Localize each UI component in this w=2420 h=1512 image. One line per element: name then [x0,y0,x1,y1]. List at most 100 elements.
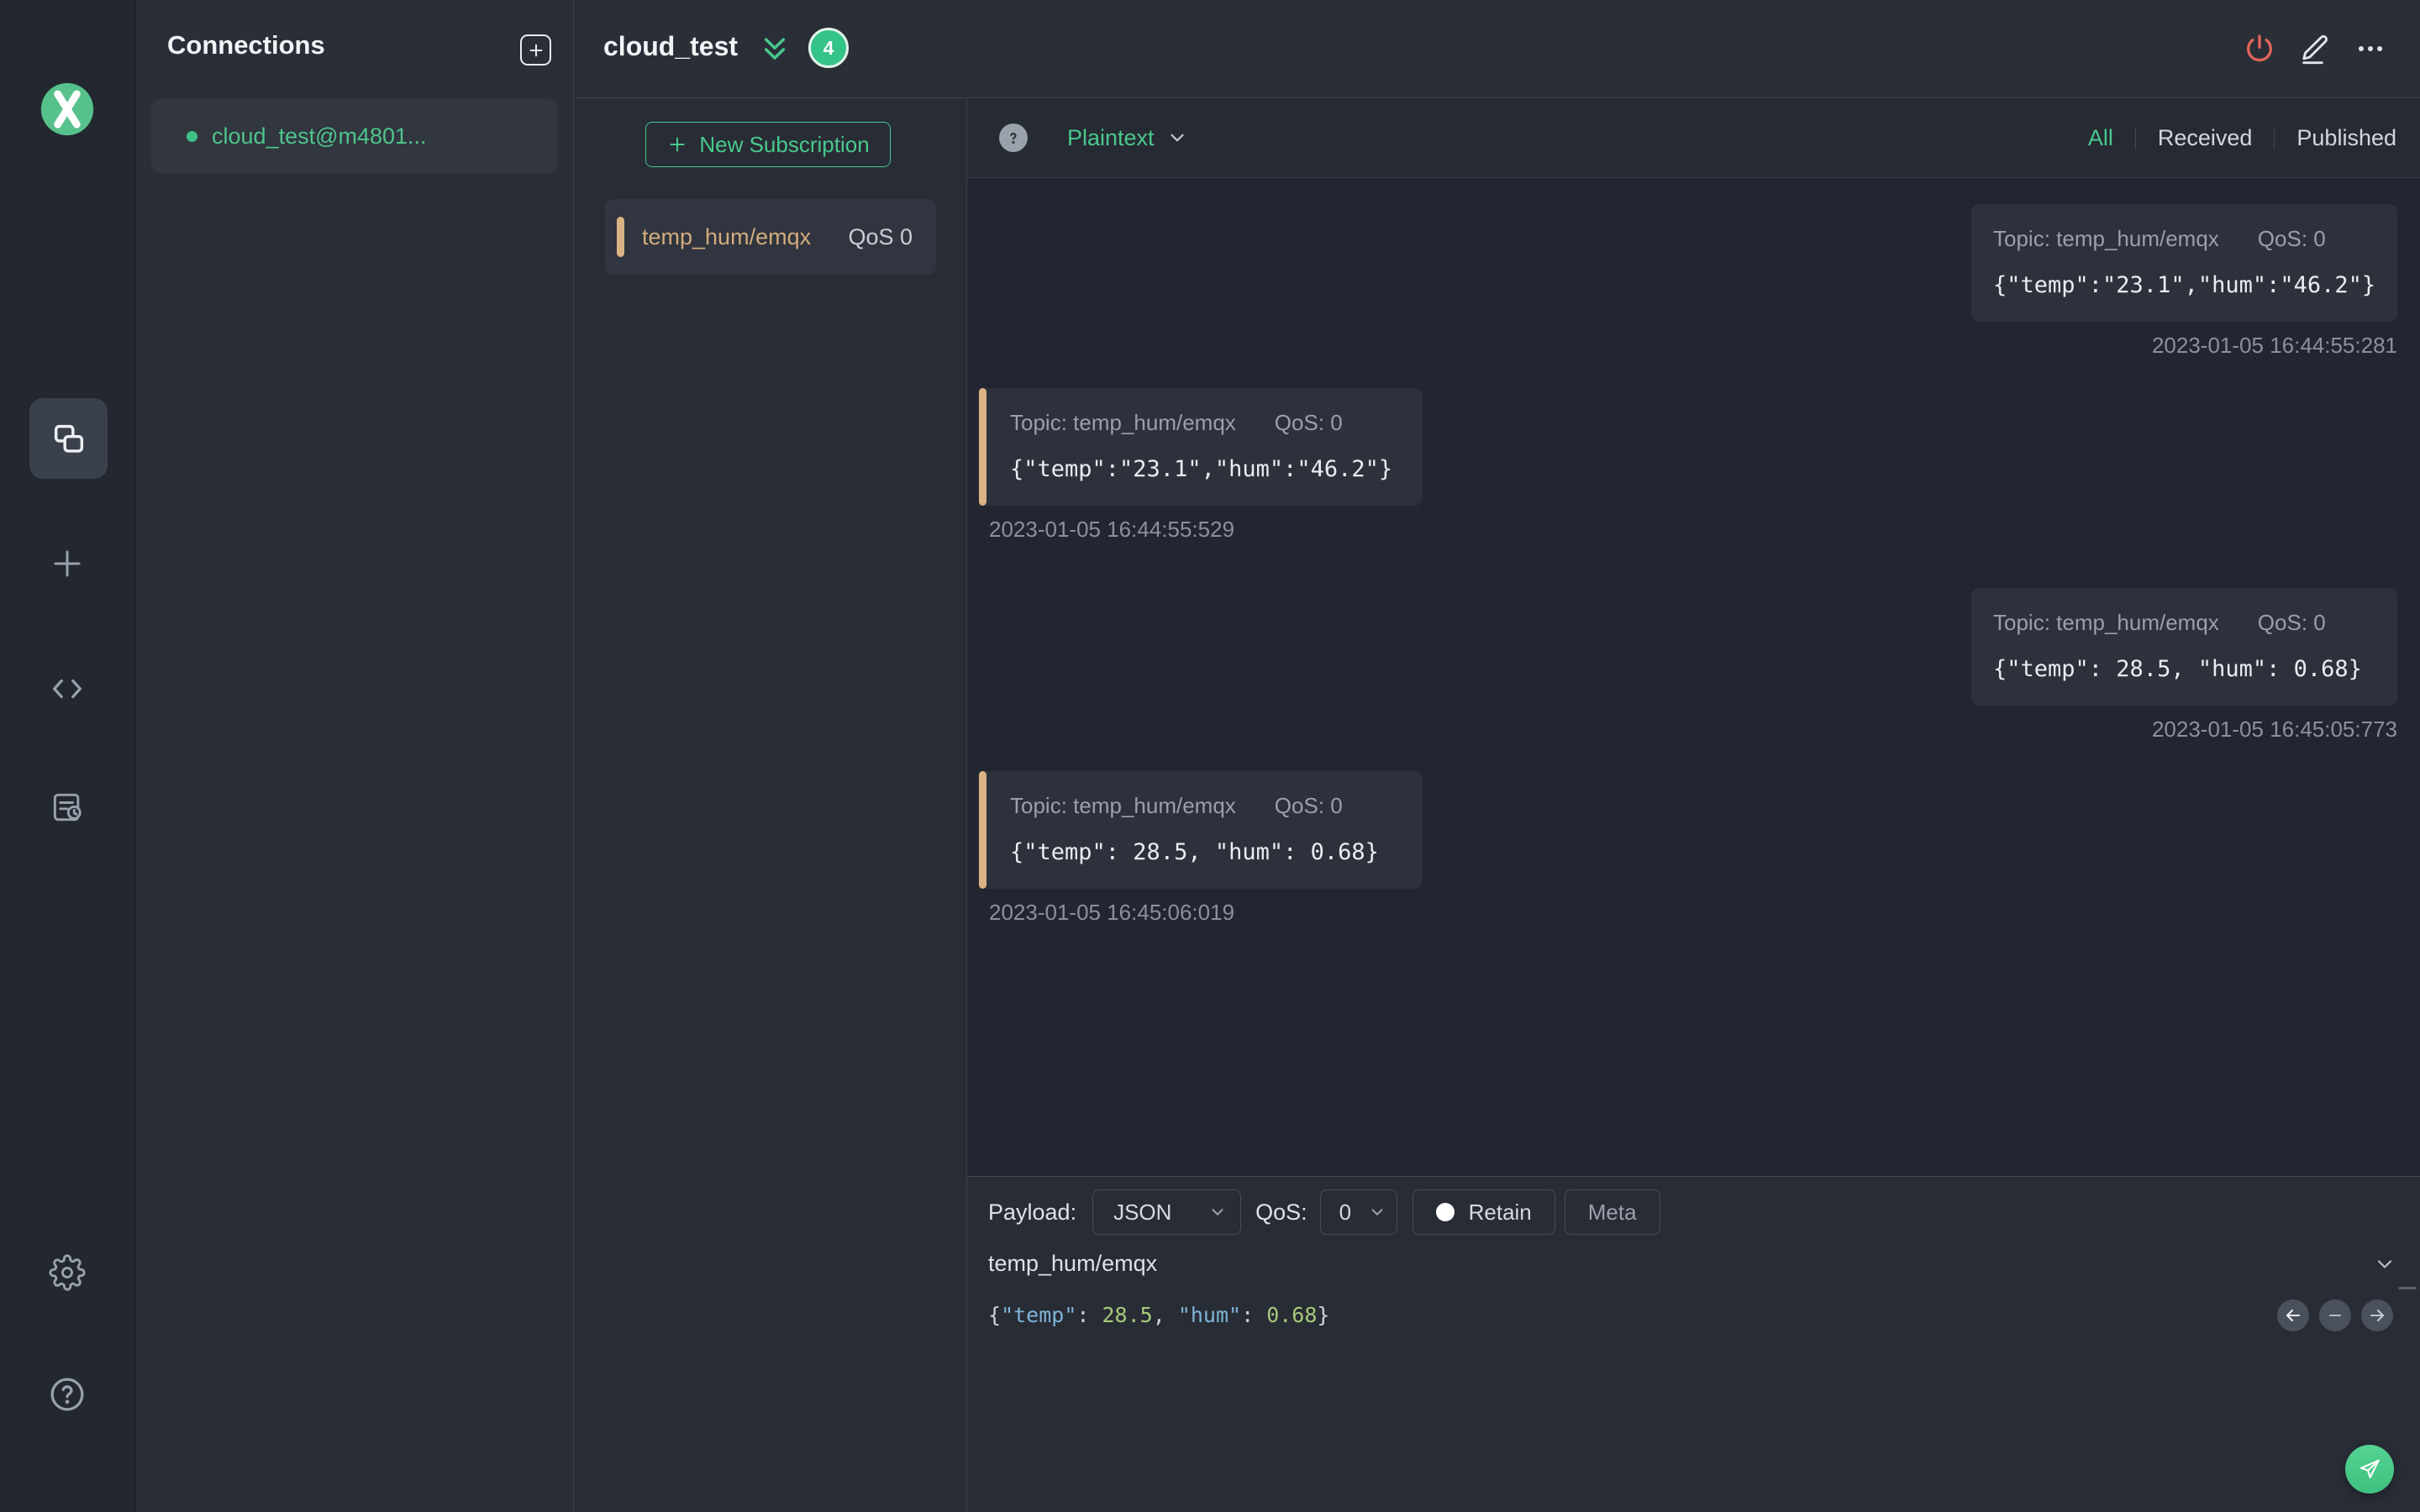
history-next-button[interactable] [2361,1299,2393,1331]
message-payload: {"temp":"23.1","hum":"46.2"} [1993,272,2376,298]
message-topic: Topic: temp_hum/emqx [1993,226,2219,251]
retain-label: Retain [1468,1199,1532,1225]
history-prev-button[interactable] [2277,1299,2309,1331]
sidebar-item-new-connection[interactable] [29,525,106,602]
send-button[interactable] [2345,1445,2394,1494]
gear-icon [49,1254,86,1291]
collapse-subscriptions-icon[interactable] [759,34,791,66]
publish-panel: Payload: JSON QoS: 0 Retain Meta temp_hu… [967,1176,2420,1512]
help-icon [48,1375,87,1414]
plus-icon [47,543,87,584]
new-subscription-label: New Subscription [699,131,870,157]
retain-toggle[interactable]: Retain [1412,1189,1555,1235]
more-options-button[interactable] [2353,31,2388,66]
message-meta: Topic: temp_hum/emqx QoS: 0 [1993,610,2375,636]
message-timestamp: 2023-01-05 16:45:06:019 [989,900,1235,925]
plus-icon [666,134,688,155]
chevron-down-icon[interactable] [2373,1252,2396,1276]
activity-sidebar [0,0,136,1512]
editor-token: , [1152,1303,1178,1327]
editor-token: 0.68 [1266,1303,1318,1327]
qos-select[interactable]: 0 [1319,1189,1397,1235]
sidebar-item-settings[interactable] [29,1234,106,1311]
subscription-count-badge: 4 [808,28,849,68]
payload-format-value: Plaintext [1067,124,1155,150]
add-connection-button[interactable] [520,34,551,66]
editor-token: } [1317,1303,1330,1327]
editor-token: : [1241,1303,1267,1327]
plus-icon [527,41,545,60]
send-icon [2357,1457,2382,1482]
payload-label: Payload: [988,1199,1077,1225]
connection-list-item[interactable]: cloud_test@m4801... [151,99,558,173]
filter-all[interactable]: All [2088,125,2113,151]
message-published: Topic: temp_hum/emqx QoS: 0 {"temp": 28.… [1971,588,2397,743]
code-icon [48,669,87,708]
message-received: Topic: temp_hum/emqx QoS: 0 {"temp": 28.… [979,771,1423,926]
message-topic: Topic: temp_hum/emqx [1993,610,2219,635]
message-toolbar: Plaintext All Received Published [967,98,2420,178]
message-bubble[interactable]: Topic: temp_hum/emqx QoS: 0 {"temp": 28.… [1971,588,2397,706]
publish-topic-row[interactable]: temp_hum/emqx [988,1251,2396,1277]
filter-received[interactable]: Received [2158,125,2253,151]
message-bubble[interactable]: Topic: temp_hum/emqx QoS: 0 {"temp": 28.… [979,771,1423,889]
sidebar-item-script[interactable] [29,650,106,727]
subscriptions-panel: New Subscription temp_hum/emqx QoS 0 [574,98,967,1512]
edit-connection-button[interactable] [2297,31,2333,66]
connection-status-dot [187,130,197,142]
connections-icon [50,419,88,458]
connections-panel: Connections cloud_test@m4801... [136,0,574,1512]
connection-header: cloud_test 4 [574,0,2420,98]
message-qos: QoS: 0 [2257,226,2326,251]
editor-token: "hum" [1177,1303,1242,1327]
message-published: Topic: temp_hum/emqx QoS: 0 {"temp":"23.… [1971,204,2397,359]
qos-label: QoS: [1255,1199,1307,1225]
subscription-topic: temp_hum/emqx [642,223,812,249]
retain-indicator-dot [1435,1203,1455,1221]
publish-topic-input[interactable]: temp_hum/emqx [988,1251,1157,1277]
message-topic: Topic: temp_hum/emqx [1010,793,1236,818]
chevron-down-icon [1368,1203,1386,1221]
payload-type-select[interactable]: JSON [1092,1189,1242,1235]
history-controls [2277,1299,2393,1331]
editor-token: 28.5 [1102,1303,1153,1327]
message-payload: {"temp": 28.5, "hum": 0.68} [1010,839,1379,865]
message-meta: Topic: temp_hum/emqx QoS: 0 [1010,410,1401,436]
message-meta: Topic: temp_hum/emqx QoS: 0 [1993,226,2375,252]
chevron-down-icon [1166,127,1188,149]
connection-title: cloud_test [603,31,739,61]
sidebar-item-connections[interactable] [29,398,108,479]
messages-list: Topic: temp_hum/emqx QoS: 0 {"temp":"23.… [967,178,2420,1176]
mqttx-logo-icon [39,81,96,138]
qos-value: 0 [1339,1199,1352,1225]
message-bubble[interactable]: Topic: temp_hum/emqx QoS: 0 {"temp":"23.… [979,388,1423,506]
message-timestamp: 2023-01-05 16:44:55:281 [2151,333,2397,358]
message-received: Topic: temp_hum/emqx QoS: 0 {"temp":"23.… [979,388,1423,543]
connections-title: Connections [167,30,325,60]
editor-token: "temp" [1001,1303,1077,1327]
message-bubble[interactable]: Topic: temp_hum/emqx QoS: 0 {"temp":"23.… [1971,204,2397,322]
message-timestamp: 2023-01-05 16:45:05:773 [2151,717,2397,742]
meta-button[interactable]: Meta [1564,1189,1660,1235]
message-qos: QoS: 0 [2257,610,2326,635]
connection-name: cloud_test@m4801... [212,123,427,149]
filter-published[interactable]: Published [2296,125,2396,151]
editor-token: { [988,1303,1002,1327]
payload-help-icon[interactable] [999,123,1028,152]
mqttx-app: Connections cloud_test@m4801... cloud_te… [0,0,2420,1512]
header-actions [2242,31,2388,66]
sidebar-item-log[interactable] [29,769,106,846]
subscription-list-item[interactable]: temp_hum/emqx QoS 0 [605,199,936,275]
disconnect-button[interactable] [2242,31,2277,66]
history-clear-button[interactable] [2319,1299,2351,1331]
message-payload: {"temp": 28.5, "hum": 0.68} [1993,656,2362,682]
new-subscription-button[interactable]: New Subscription [645,122,891,167]
subscription-qos: QoS 0 [848,223,913,249]
subscription-color-bar [617,217,624,257]
publish-options-row: Payload: JSON QoS: 0 Retain Meta [988,1189,1660,1236]
payload-editor[interactable]: {"temp": 28.5, "hum": 0.68} [988,1303,1329,1327]
chevron-down-icon [1208,1203,1227,1221]
message-topic: Topic: temp_hum/emqx [1010,410,1236,435]
sidebar-item-help[interactable] [29,1356,106,1433]
payload-format-dropdown[interactable]: Plaintext [1067,125,1188,151]
